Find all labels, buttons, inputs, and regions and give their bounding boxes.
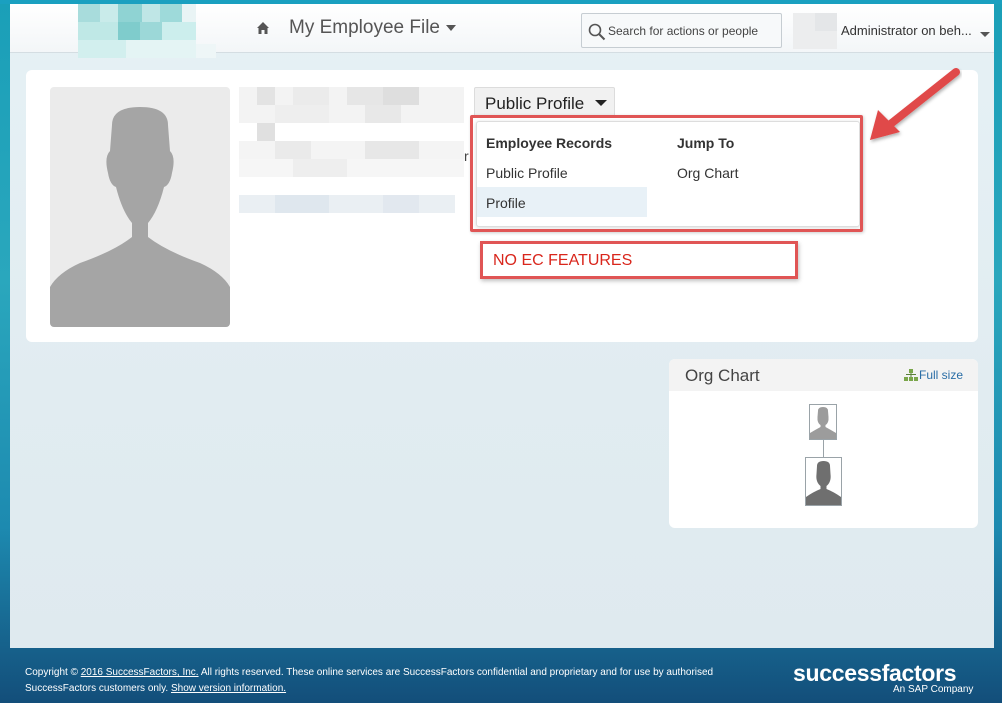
org-chart-employee-node[interactable] <box>805 457 842 506</box>
company-logo[interactable] <box>60 4 216 58</box>
org-chart-title: Org Chart <box>685 366 760 385</box>
full-size-label: Full size <box>919 368 964 382</box>
partial-text-fragment: r <box>464 148 469 164</box>
org-chart-manager-node[interactable] <box>809 404 837 440</box>
global-search[interactable] <box>581 13 782 48</box>
home-icon[interactable] <box>256 21 270 35</box>
employee-name-blurred <box>239 87 464 213</box>
annotation-note-text: NO EC FEATURES <box>493 252 633 269</box>
org-chart-icon <box>904 369 918 385</box>
org-chart-header: Org Chart Full size <box>669 359 978 391</box>
show-version-link[interactable]: Show version information. <box>171 683 286 694</box>
user-menu-label[interactable]: Administrator on beh... <box>841 23 972 38</box>
copyright-prefix: Copyright © <box>25 667 78 678</box>
profile-view-label: Public Profile <box>485 94 585 113</box>
person-silhouette-icon <box>806 461 841 505</box>
copyright-notice: Copyright © 2016 SuccessFactors, Inc. Al… <box>25 665 725 697</box>
annotation-arrow-icon <box>870 68 960 140</box>
search-input[interactable] <box>606 21 780 41</box>
search-icon <box>588 23 606 46</box>
annotation-note-box: NO EC FEATURES <box>480 241 798 279</box>
top-header: My Employee File Administrator on beh... <box>10 4 994 58</box>
chevron-down-icon <box>595 100 607 106</box>
person-silhouette-icon <box>810 407 836 439</box>
person-silhouette-icon <box>50 107 230 327</box>
org-chart-connector <box>823 440 824 457</box>
copyright-link[interactable]: 2016 SuccessFactors, Inc. <box>81 667 199 678</box>
profile-photo <box>50 87 230 327</box>
user-menu-chevron-icon[interactable] <box>980 32 990 37</box>
org-chart-panel: Org Chart Full size <box>669 359 978 528</box>
profile-view-dropdown-button[interactable]: Public Profile <box>474 87 615 118</box>
successfactors-logo-subtitle: An SAP Company <box>893 684 974 695</box>
user-avatar[interactable] <box>793 13 837 49</box>
module-switcher[interactable]: My Employee File <box>289 17 456 39</box>
annotation-highlight-box <box>470 115 863 232</box>
chevron-down-icon <box>446 24 456 31</box>
successfactors-logo: successfactors <box>793 660 957 686</box>
module-title: My Employee File <box>289 17 440 38</box>
